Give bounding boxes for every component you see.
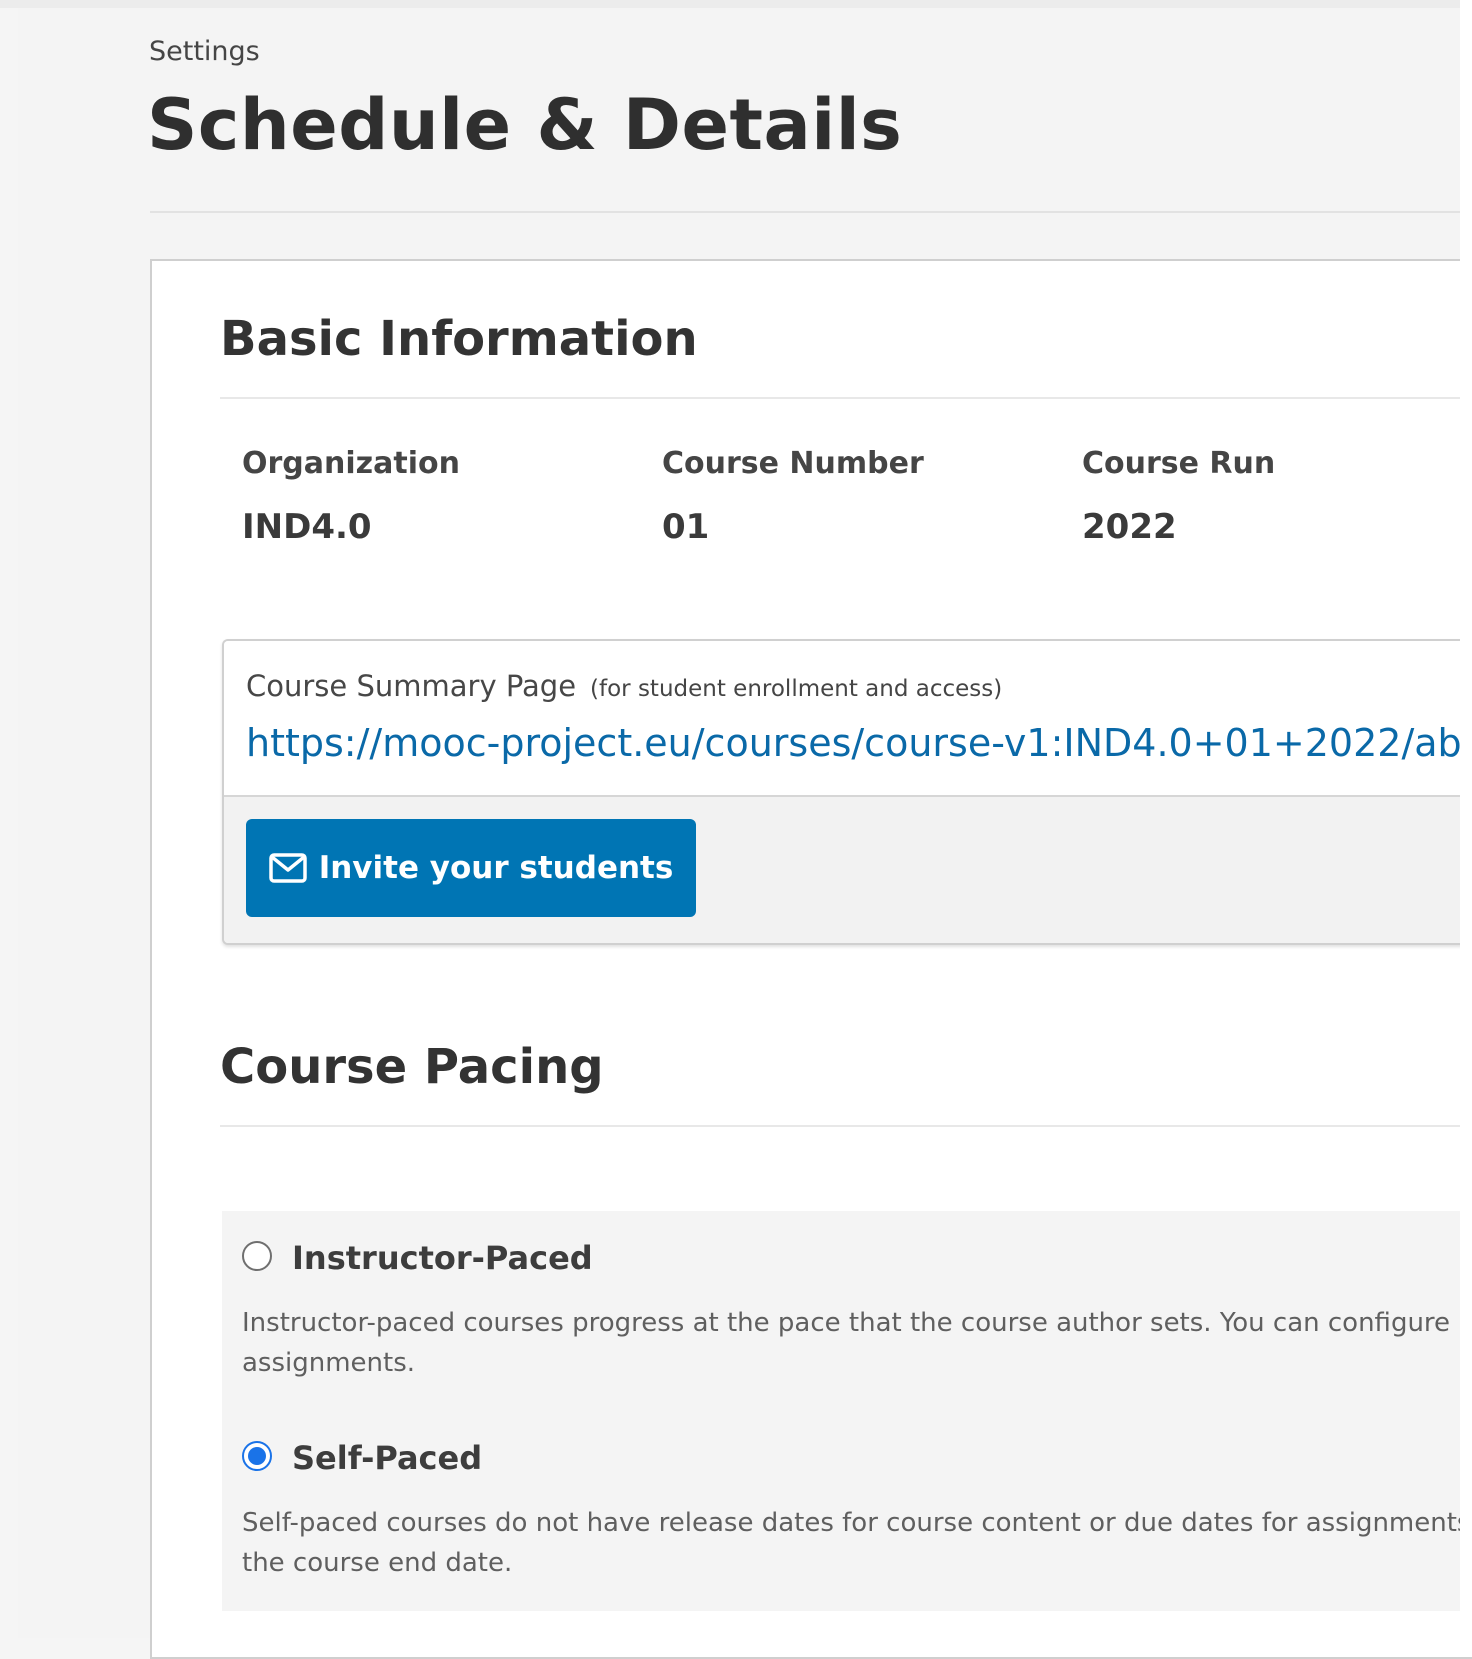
- section-divider: [220, 397, 1472, 399]
- self-paced-radio[interactable]: [242, 1441, 272, 1471]
- course-summary-link[interactable]: https://mooc-project.eu/courses/course-v…: [246, 721, 1472, 765]
- right-edge-strip: [1460, 0, 1472, 1638]
- course-summary-actions: Invite your students: [224, 797, 1472, 943]
- page-title: Schedule & Details: [147, 84, 903, 166]
- course-number-label: Course Number: [662, 446, 924, 481]
- course-run-label: Course Run: [1082, 446, 1276, 481]
- instructor-paced-radio[interactable]: [242, 1241, 272, 1271]
- title-divider: [150, 211, 1472, 213]
- instructor-paced-description: Instructor-paced courses progress at the…: [242, 1303, 1472, 1383]
- self-paced-description: Self-paced courses do not have release d…: [242, 1503, 1472, 1583]
- self-paced-label[interactable]: Self-Paced: [292, 1439, 482, 1477]
- course-summary-header: Course Summary Page (for student enrollme…: [224, 641, 1472, 797]
- course-pacing-title: Course Pacing: [220, 1039, 604, 1095]
- self-paced-description-line-1: Self-paced courses do not have release d…: [242, 1508, 1472, 1538]
- course-summary-box: Course Summary Page (for student enrollme…: [222, 639, 1472, 945]
- course-summary-title: Course Summary Page: [246, 669, 577, 703]
- settings-page: Settings Schedule & Details Basic Inform…: [18, 8, 1472, 1659]
- organization-value: IND4.0: [242, 507, 372, 547]
- course-pacing-options: Instructor-Paced Instructor-paced course…: [222, 1211, 1472, 1611]
- top-strip: [0, 0, 1472, 8]
- course-summary-note: (for student enrollment and access): [590, 676, 1003, 702]
- course-summary-label: Course Summary Page (for student enrollme…: [246, 669, 1002, 703]
- basic-information-card: Basic Information Organization IND4.0 Co…: [150, 259, 1472, 1659]
- basic-information-title: Basic Information: [220, 311, 698, 367]
- course-number-value: 01: [662, 507, 710, 547]
- self-paced-description-line-2: the course end date.: [242, 1548, 513, 1578]
- organization-label: Organization: [242, 446, 460, 481]
- section-divider: [220, 1125, 1472, 1127]
- course-run-value: 2022: [1082, 507, 1177, 547]
- envelope-icon: [268, 853, 307, 883]
- instructor-paced-description-line-1: Instructor-paced courses progress at the…: [242, 1308, 1472, 1338]
- invite-students-button[interactable]: Invite your students: [246, 819, 696, 917]
- invite-students-label: Invite your students: [318, 850, 674, 886]
- page-eyebrow: Settings: [149, 36, 260, 67]
- instructor-paced-label[interactable]: Instructor-Paced: [292, 1239, 593, 1277]
- instructor-paced-description-line-2: assignments.: [242, 1348, 416, 1378]
